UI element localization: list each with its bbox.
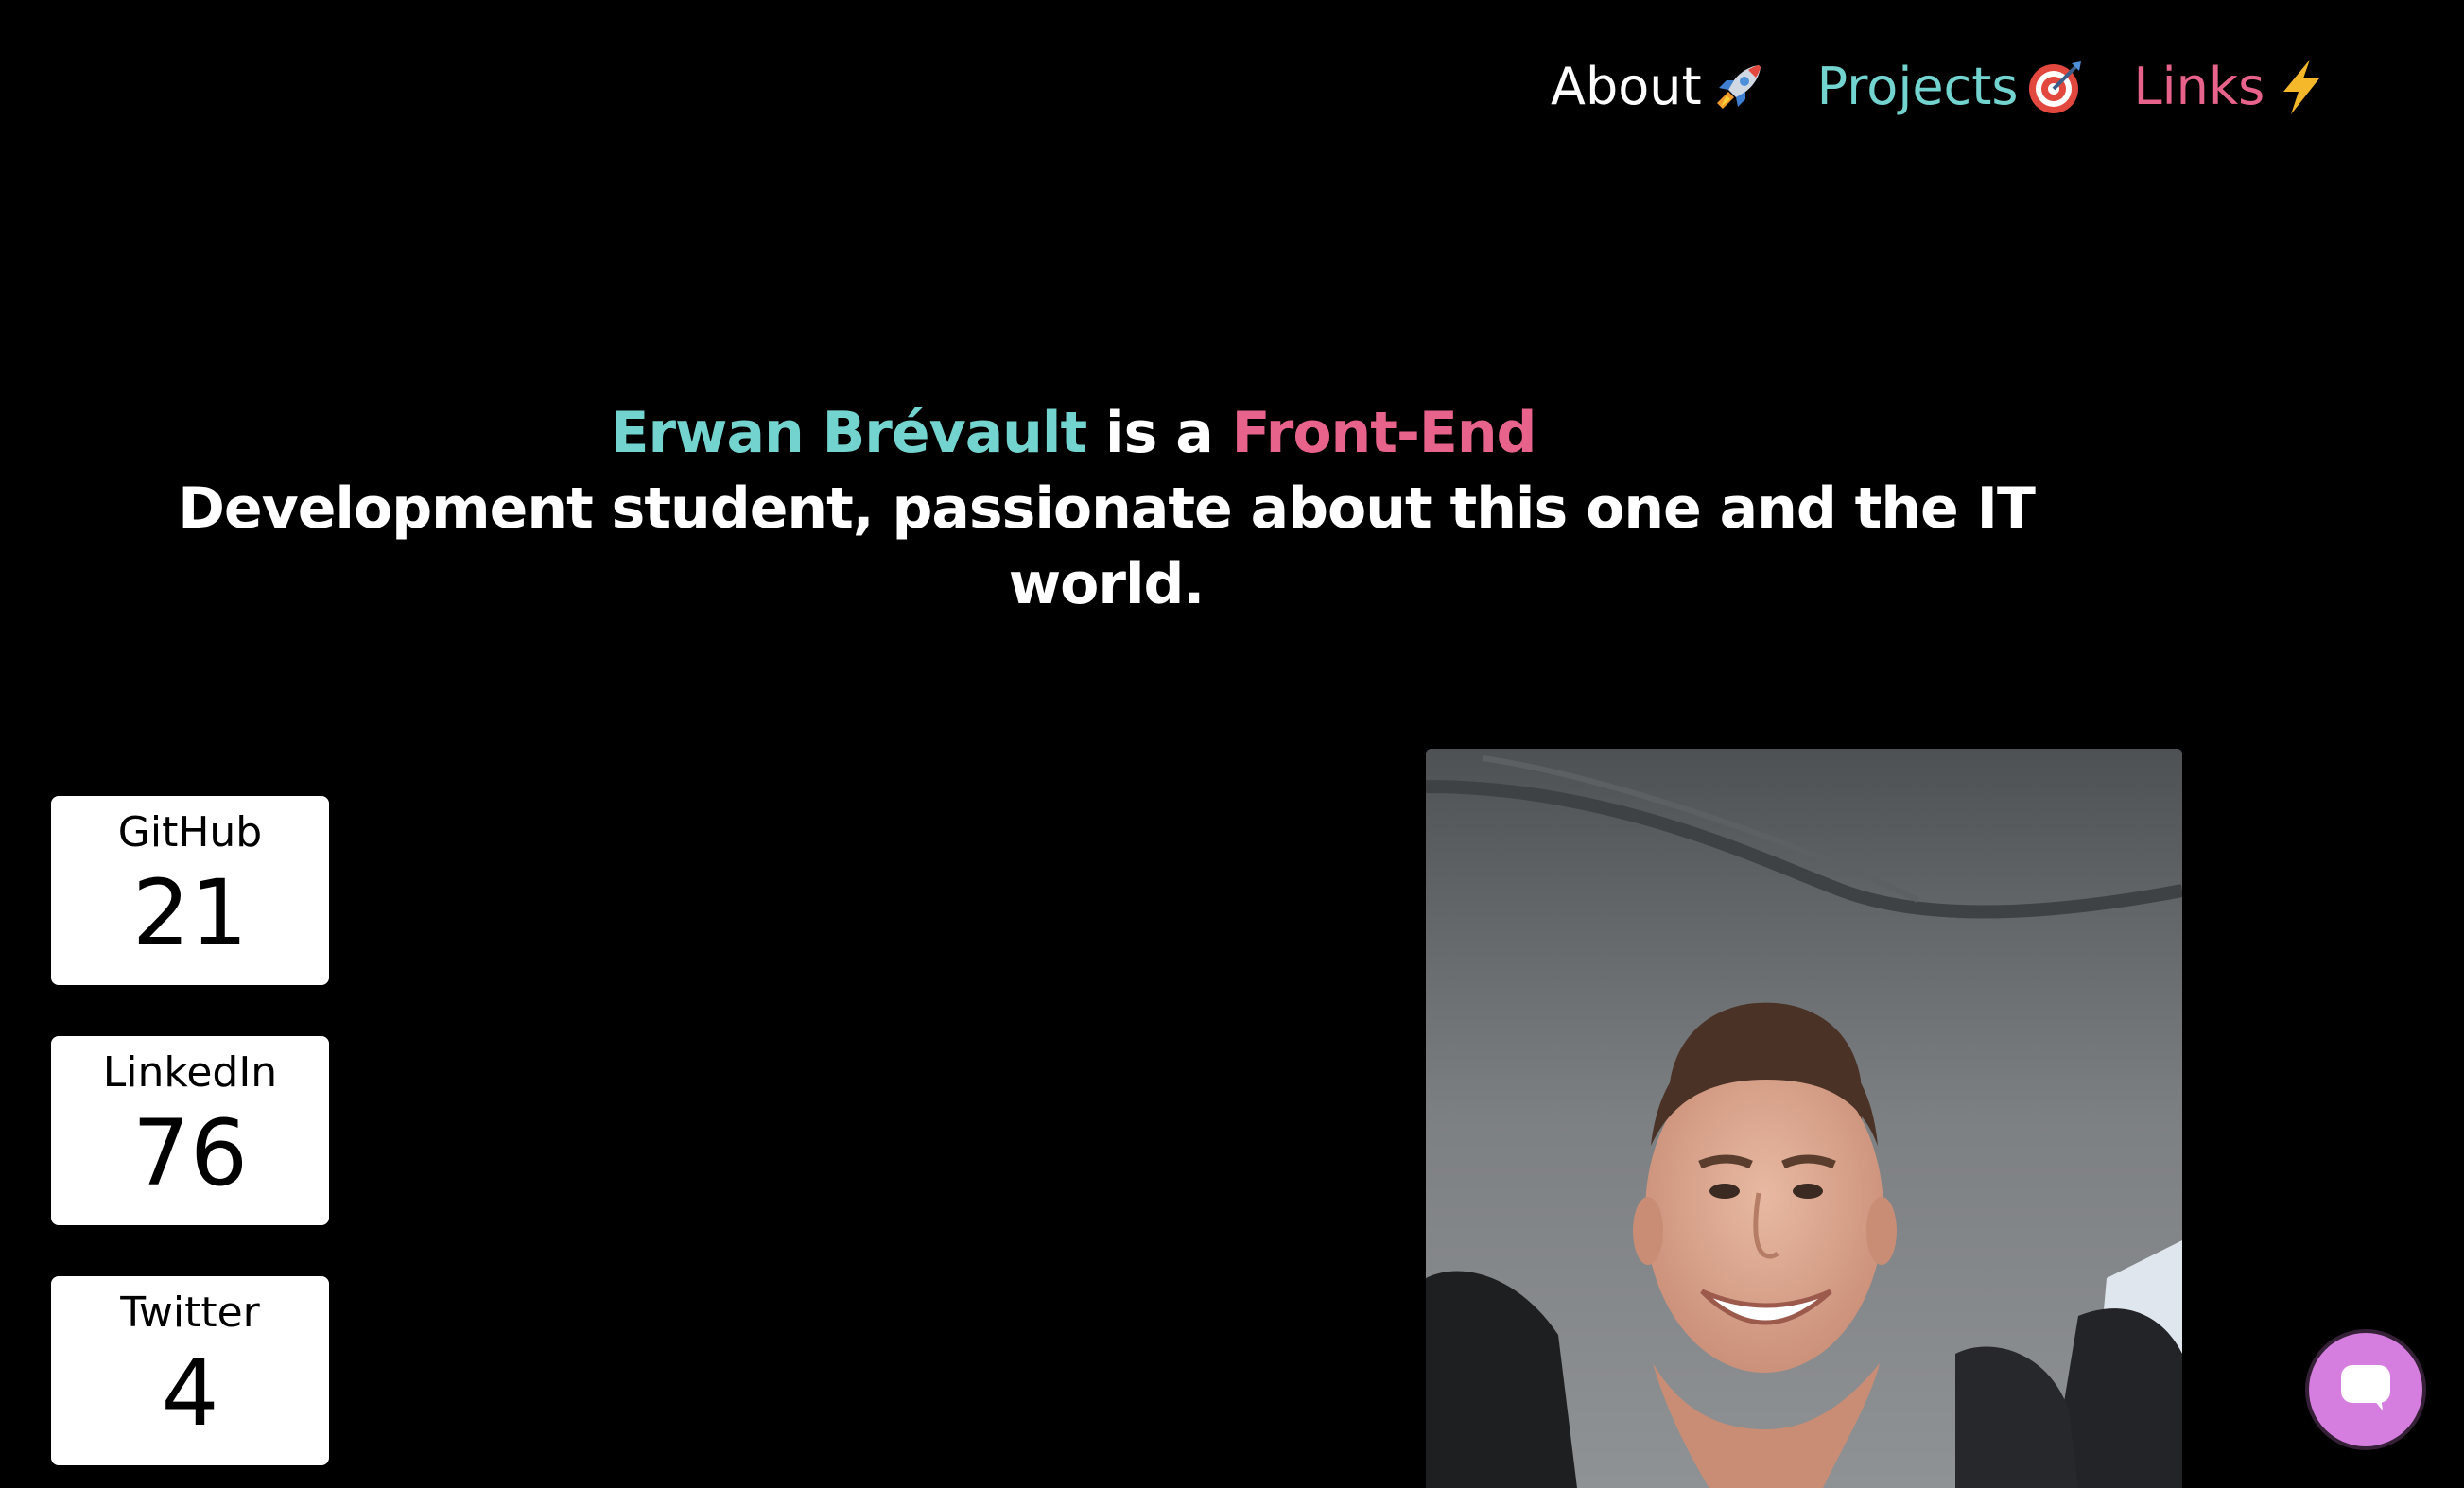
hero-headline: Erwan Brévault is a Front-End Developmen… (132, 395, 2080, 622)
nav-projects-label: Projects (1816, 57, 2019, 116)
portrait-photo (1426, 749, 2182, 1488)
rocket-icon (1709, 58, 1768, 116)
hero-role: Front-End (1231, 400, 1537, 466)
nav-about-link[interactable]: About (1551, 57, 1768, 116)
hero-connector: is a (1086, 400, 1232, 466)
nav-links-link[interactable]: Links (2134, 57, 2332, 116)
nav-projects-link[interactable]: Projects (1817, 57, 2085, 116)
hero-name: Erwan Brévault (610, 400, 1087, 466)
lightning-icon (2272, 58, 2331, 116)
twitter-stat-card[interactable]: Twitter 4 (51, 1276, 329, 1465)
linkedin-stat-card[interactable]: LinkedIn 76 (51, 1036, 329, 1225)
top-nav: About Projects Links (1551, 57, 2331, 116)
chat-button[interactable] (2309, 1333, 2422, 1446)
twitter-stat-label: Twitter (120, 1289, 260, 1337)
nav-about-label: About (1551, 57, 1702, 116)
hero-description: Development student, passionate about th… (178, 476, 2036, 617)
nav-links-label: Links (2133, 57, 2265, 116)
github-stat-card[interactable]: GitHub 21 (51, 796, 329, 985)
github-stat-count: 21 (131, 860, 249, 966)
portfolio-page: About Projects Links Erwan Brévault is a… (0, 0, 2464, 1488)
twitter-stat-count: 4 (161, 1341, 219, 1446)
linkedin-stat-label: LinkedIn (102, 1048, 278, 1097)
target-icon (2026, 58, 2085, 116)
hero-line-1: Erwan Brévault is a Front-End (132, 395, 2080, 471)
github-stat-label: GitHub (117, 808, 263, 856)
linkedin-stat-count: 76 (131, 1100, 249, 1206)
chat-bubble-icon (2335, 1358, 2396, 1422)
